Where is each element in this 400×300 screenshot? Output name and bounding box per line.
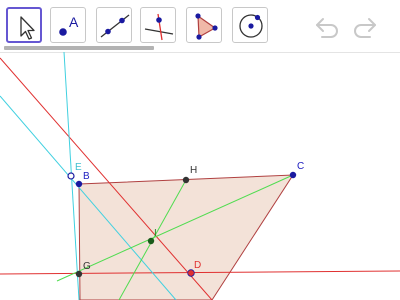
perpendicular-line-tool-button[interactable]	[140, 7, 176, 43]
arrow-pointer-icon	[20, 16, 35, 40]
redo-button[interactable]	[350, 13, 378, 39]
label-C: C	[297, 161, 304, 172]
line-through-points-icon	[100, 14, 130, 38]
line-tool-button[interactable]	[96, 7, 132, 43]
label-H: H	[190, 165, 197, 176]
point-B[interactable]	[75, 180, 83, 188]
point-tool-label: A	[69, 14, 79, 30]
circle-center-point-icon	[239, 14, 263, 38]
label-I: I	[154, 228, 157, 239]
triangle-polygon[interactable]	[78, 174, 294, 300]
label-B: B	[83, 171, 90, 182]
label-D: D	[194, 260, 201, 271]
point-G[interactable]	[75, 270, 83, 278]
undo-button[interactable]	[314, 13, 342, 39]
polygon-tool-button[interactable]	[186, 7, 222, 43]
toolbar: A	[0, 0, 400, 53]
toolbar-scrollbar[interactable]	[4, 46, 154, 50]
label-E: E	[75, 162, 82, 173]
point-icon: A	[59, 14, 79, 36]
triangle-icon	[195, 13, 218, 40]
label-G: G	[83, 261, 91, 272]
point-H[interactable]	[182, 176, 190, 184]
circle-tool-button[interactable]	[232, 7, 268, 43]
point-tool-button[interactable]: A	[50, 7, 86, 43]
undo-icon	[316, 18, 338, 38]
perpendicular-line-icon	[144, 13, 174, 41]
move-tool-button[interactable]	[6, 7, 42, 43]
point-C[interactable]	[289, 171, 297, 179]
point-E[interactable]	[67, 172, 75, 180]
redo-icon	[354, 18, 376, 38]
geometry-canvas[interactable]: E B H C I G D	[0, 52, 400, 300]
